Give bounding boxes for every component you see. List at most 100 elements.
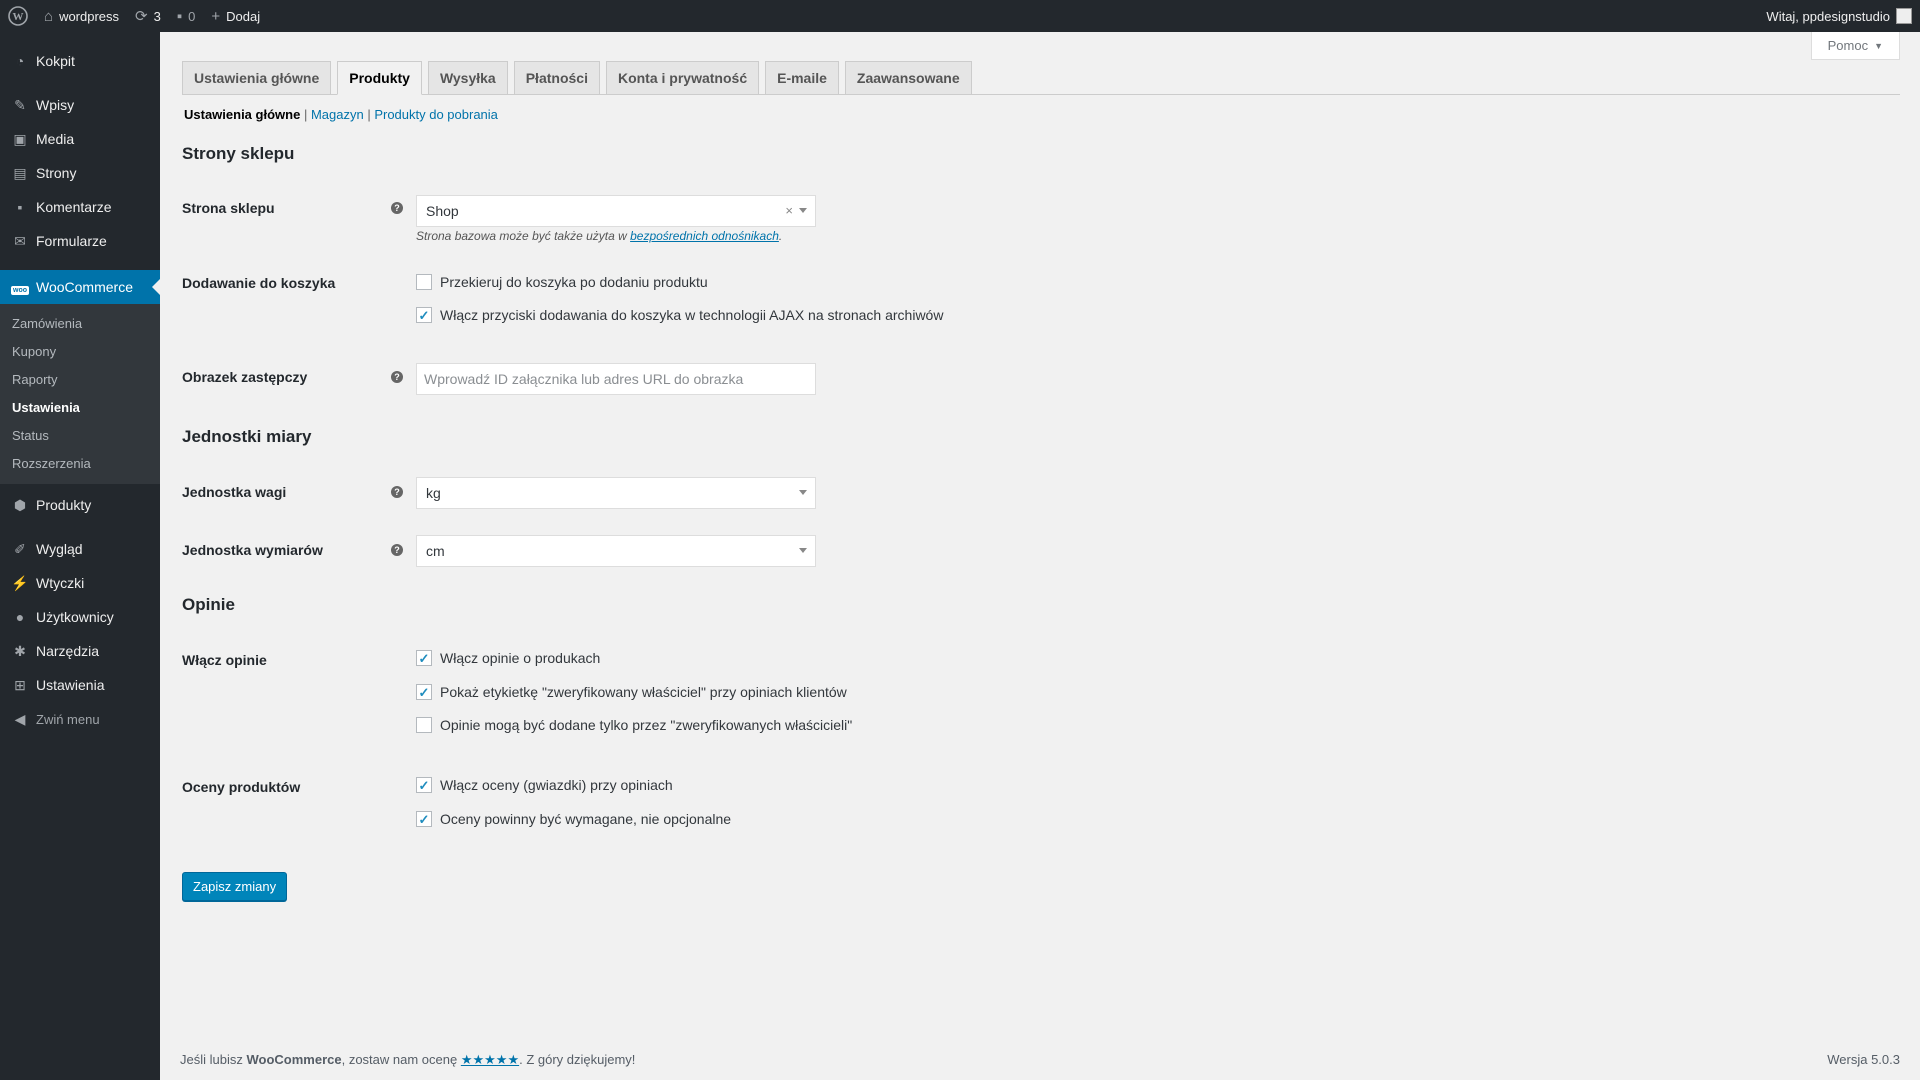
updates-link[interactable]: ⟳ 3 [127,0,169,32]
field-label-dimension-unit: Jednostka wymiarów [182,542,323,558]
menu-item-media[interactable]: ▣ Media [0,122,160,156]
submenu-item-status[interactable]: Status [0,422,160,450]
help-tip-icon[interactable]: ? [391,202,403,214]
admin-sidebar: ◔ Kokpit ✎ Wpisy ▣ Media ▤ Strony ▪ Kome… [0,32,160,1080]
ratings-required-checkbox[interactable]: ✓ [416,811,432,827]
help-tip-icon[interactable]: ? [391,544,403,556]
collapse-menu-button[interactable]: ◀ Zwiń menu [0,702,160,736]
menu-label: Ustawienia [36,677,105,693]
dashboard-icon: ◔ [15,53,25,69]
weight-unit-select[interactable]: kg [416,477,816,509]
field-label-add-to-cart: Dodawanie do koszyka [182,275,336,291]
menu-item-tools[interactable]: ✱ Narzędzia [0,634,160,668]
section-title-shop-pages: Strony sklepu [182,144,295,163]
home-icon: ⌂ [44,7,54,25]
redirect-to-cart-checkbox[interactable] [416,274,432,290]
tab-emails[interactable]: E-maile [765,61,839,95]
updates-count: 3 [153,8,161,24]
settings-icon: ⊞ [14,676,26,693]
subsection-link-inventory[interactable]: Magazyn [311,107,364,122]
checkbox-row-enable-ratings[interactable]: ✓ Włącz oceny (gwiazdki) przy opiniach [416,777,673,793]
checkbox-row-verified-owners-only[interactable]: Opinie mogą być dodane tylko przez "zwer… [416,717,852,733]
help-tip-icon[interactable]: ? [391,486,403,498]
box-icon: ⬢ [13,496,27,513]
field-label-shop-page: Strona sklepu [182,200,275,216]
menu-item-posts[interactable]: ✎ Wpisy [0,88,160,122]
section-title-units: Jednostki miary [182,427,312,446]
menu-label: Wtyczki [36,575,85,591]
submenu-item-coupons[interactable]: Kupony [0,338,160,366]
menu-item-dashboard[interactable]: ◔ Kokpit [0,44,160,78]
subsection-current[interactable]: Ustawienia główne [184,107,300,122]
settings-tabs: Ustawienia główne Produkty Wysyłka Płatn… [182,61,1900,95]
clear-icon[interactable]: × [785,203,793,218]
field-label-weight-unit: Jednostka wagi [182,484,287,500]
save-changes-button[interactable]: Zapisz zmiany [182,872,288,901]
avatar [1896,8,1912,24]
updates-icon: ⟳ [135,7,148,25]
site-name-link[interactable]: ⌂ wordpress [36,0,127,32]
tab-shipping[interactable]: Wysyłka [427,61,508,95]
checkbox-row-redirect-to-cart[interactable]: Przekieruj do koszyka po dodaniu produkt… [416,274,708,290]
tab-payments[interactable]: Płatności [513,61,600,95]
dimension-unit-select[interactable]: cm [416,535,816,567]
tab-advanced[interactable]: Zaawansowane [844,61,972,95]
tab-general[interactable]: Ustawienia główne [182,61,332,95]
menu-item-forms[interactable]: ✉ Formularze [0,224,160,258]
dimension-unit-value: cm [426,543,445,559]
menu-item-products[interactable]: ⬢ Produkty [0,488,160,522]
ajax-add-to-cart-checkbox[interactable]: ✓ [416,307,432,323]
placeholder-image-input[interactable] [416,363,816,395]
help-label: Pomoc [1827,38,1869,53]
version-text: Wersja 5.0.3 [1827,1052,1900,1067]
menu-item-appearance[interactable]: ✐ Wygląd [0,532,160,566]
menu-item-users[interactable]: ● Użytkownicy [0,600,160,634]
menu-label: Kokpit [36,53,75,69]
submenu-item-orders[interactable]: Zamówienia [0,310,160,338]
menu-label: Komentarze [36,199,112,215]
woocommerce-submenu: Zamówienia Kupony Raporty Ustawienia Sta… [0,304,160,484]
menu-label: Zwiń menu [36,711,100,727]
caret-down-icon [799,208,807,217]
comments-link[interactable]: ▪ 0 [169,0,204,32]
greeting: Witaj, ppdesignstudio [1766,8,1890,24]
wrench-icon: ✱ [14,642,26,659]
caret-down-icon [799,548,807,557]
help-button[interactable]: Pomoc ▼ [1810,32,1900,60]
wordpress-logo-icon[interactable]: W [0,0,36,32]
add-new-link[interactable]: + Dodaj [203,0,268,32]
rating-stars-link[interactable]: ★★★★★ [461,1052,519,1067]
menu-item-plugins[interactable]: ⚡ Wtyczki [0,566,160,600]
menu-item-comments[interactable]: ▪ Komentarze [0,190,160,224]
menu-item-pages[interactable]: ▤ Strony [0,156,160,190]
help-tip-icon[interactable]: ? [391,371,403,383]
user-icon: ● [15,609,25,625]
shop-page-select[interactable]: Shop × [416,195,816,227]
menu-label: Strony [36,165,77,181]
enable-ratings-checkbox[interactable]: ✓ [416,777,432,793]
tab-products[interactable]: Produkty [337,61,422,95]
checkbox-row-enable-reviews[interactable]: ✓ Włącz opinie o produkach [416,650,600,666]
my-account-link[interactable]: Witaj, ppdesignstudio [1758,0,1920,32]
verified-owner-label-checkbox[interactable]: ✓ [416,684,432,700]
tab-accounts-privacy[interactable]: Konta i prywatność [605,61,760,95]
submenu-item-settings[interactable]: Ustawienia [0,394,160,422]
checkbox-row-ajax-add-to-cart[interactable]: ✓ Włącz przyciski dodawania do koszyka w… [416,307,943,323]
weight-unit-value: kg [426,485,441,501]
submenu-item-extensions[interactable]: Rozszerzenia [0,450,160,478]
checkbox-row-ratings-required[interactable]: ✓ Oceny powinny być wymagane, nie opcjon… [416,811,731,827]
main-content: Pomoc ▼ Ustawienia główne Produkty Wysył… [160,32,1920,1080]
subsection-link-downloadable[interactable]: Produkty do pobrania [374,107,498,122]
menu-item-settings[interactable]: ⊞ Ustawienia [0,668,160,702]
submenu-item-reports[interactable]: Raporty [0,366,160,394]
field-label-placeholder-image: Obrazek zastępczy [182,369,308,385]
verified-owners-only-checkbox[interactable] [416,717,432,733]
permalinks-link[interactable]: bezpośrednich odnośnikach [630,229,779,243]
comment-icon: ▪ [176,7,183,25]
menu-item-woocommerce[interactable]: woo WooCommerce [0,270,160,304]
enable-reviews-checkbox[interactable]: ✓ [416,650,432,666]
checkbox-row-verified-owner-label[interactable]: ✓ Pokaż etykietkę "zweryfikowany właścic… [416,684,847,700]
comments-count: 0 [188,8,196,24]
field-label-enable-reviews: Włącz opinie [182,652,267,668]
caret-down-icon: ▼ [1874,40,1883,51]
